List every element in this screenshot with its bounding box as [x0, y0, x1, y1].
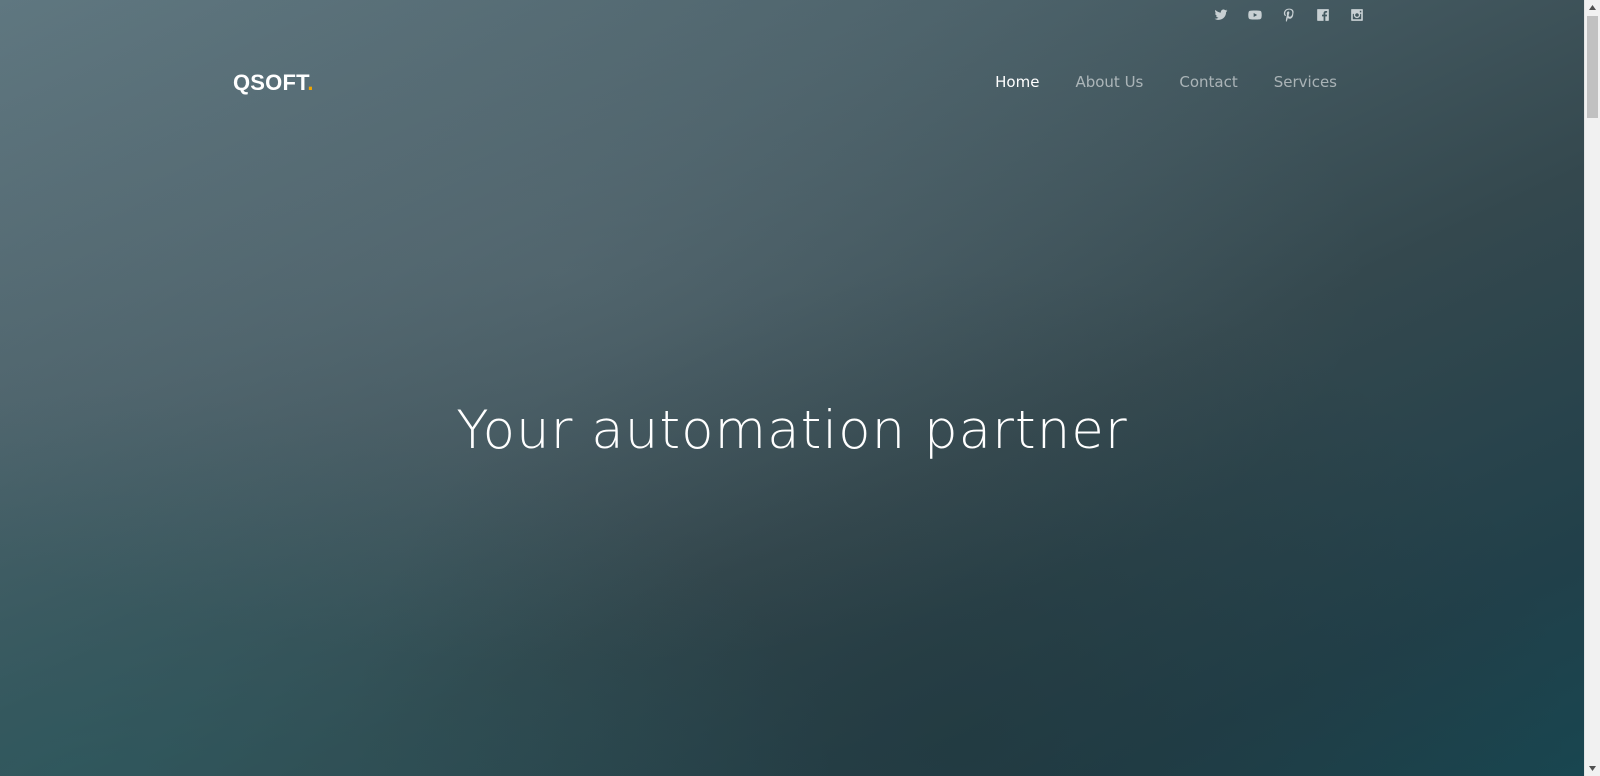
social-links [1204, 6, 1374, 24]
nav-item-contact[interactable]: Contact [1179, 73, 1237, 91]
nav-item-services[interactable]: Services [1274, 73, 1337, 91]
youtube-icon[interactable] [1238, 6, 1272, 24]
scroll-down-arrow-icon[interactable] [1585, 761, 1600, 776]
pinterest-icon[interactable] [1272, 6, 1306, 24]
page: QSOFT. Home About Us Contact Services Yo… [0, 0, 1600, 776]
site-logo[interactable]: QSOFT. [233, 70, 314, 96]
nav-item-about-us[interactable]: About Us [1075, 73, 1143, 91]
logo-text: QSOFT [233, 70, 308, 95]
logo-dot: . [307, 70, 314, 95]
main-nav: Home About Us Contact Services [959, 73, 1337, 91]
nav-item-home[interactable]: Home [995, 73, 1039, 91]
scroll-up-arrow-icon[interactable] [1585, 0, 1600, 15]
instagram-icon[interactable] [1340, 6, 1374, 24]
vertical-scrollbar[interactable] [1584, 0, 1600, 776]
twitter-icon[interactable] [1204, 6, 1238, 24]
hero-title: Your automation partner [456, 400, 1128, 461]
facebook-icon[interactable] [1306, 6, 1340, 24]
scroll-thumb[interactable] [1587, 16, 1598, 118]
hero-section: QSOFT. Home About Us Contact Services Yo… [0, 0, 1584, 776]
